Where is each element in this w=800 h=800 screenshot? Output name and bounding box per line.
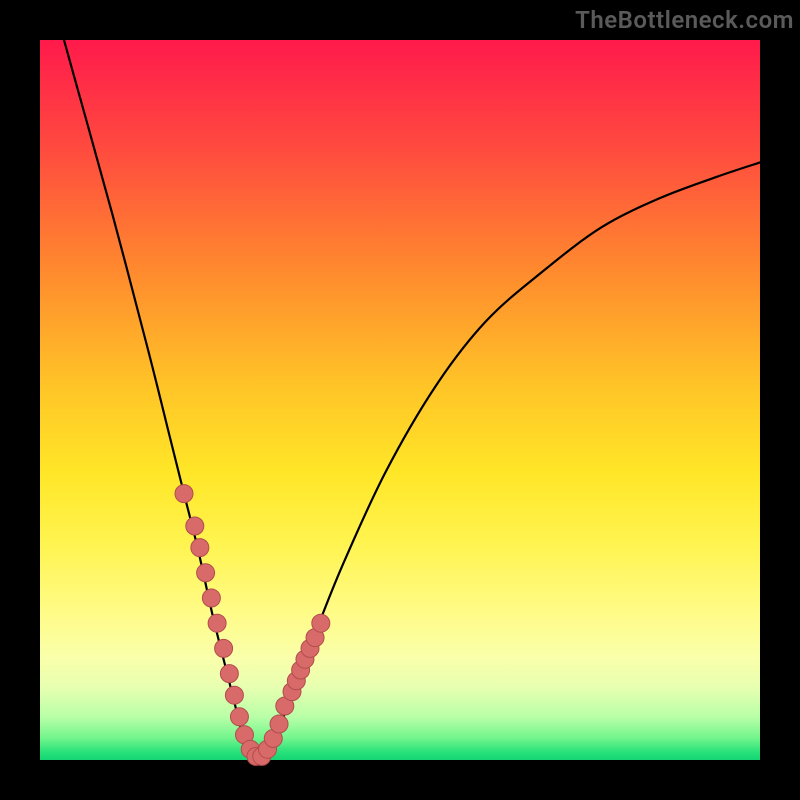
highlight-dot [191,539,209,557]
highlight-dot [186,517,204,535]
watermark-text: TheBottleneck.com [575,6,794,34]
highlight-dots [175,485,330,766]
highlight-dot [197,564,215,582]
plot-area [40,40,760,760]
chart-frame: TheBottleneck.com [0,0,800,800]
highlight-dot [208,614,226,632]
highlight-dot [225,686,243,704]
highlight-dot [220,665,238,683]
highlight-dot [270,715,288,733]
bottleneck-curve [40,0,760,760]
highlight-dot [215,639,233,657]
curve-layer [40,40,760,760]
highlight-dot [230,708,248,726]
highlight-dot [175,485,193,503]
highlight-dot [312,614,330,632]
highlight-dot [202,589,220,607]
